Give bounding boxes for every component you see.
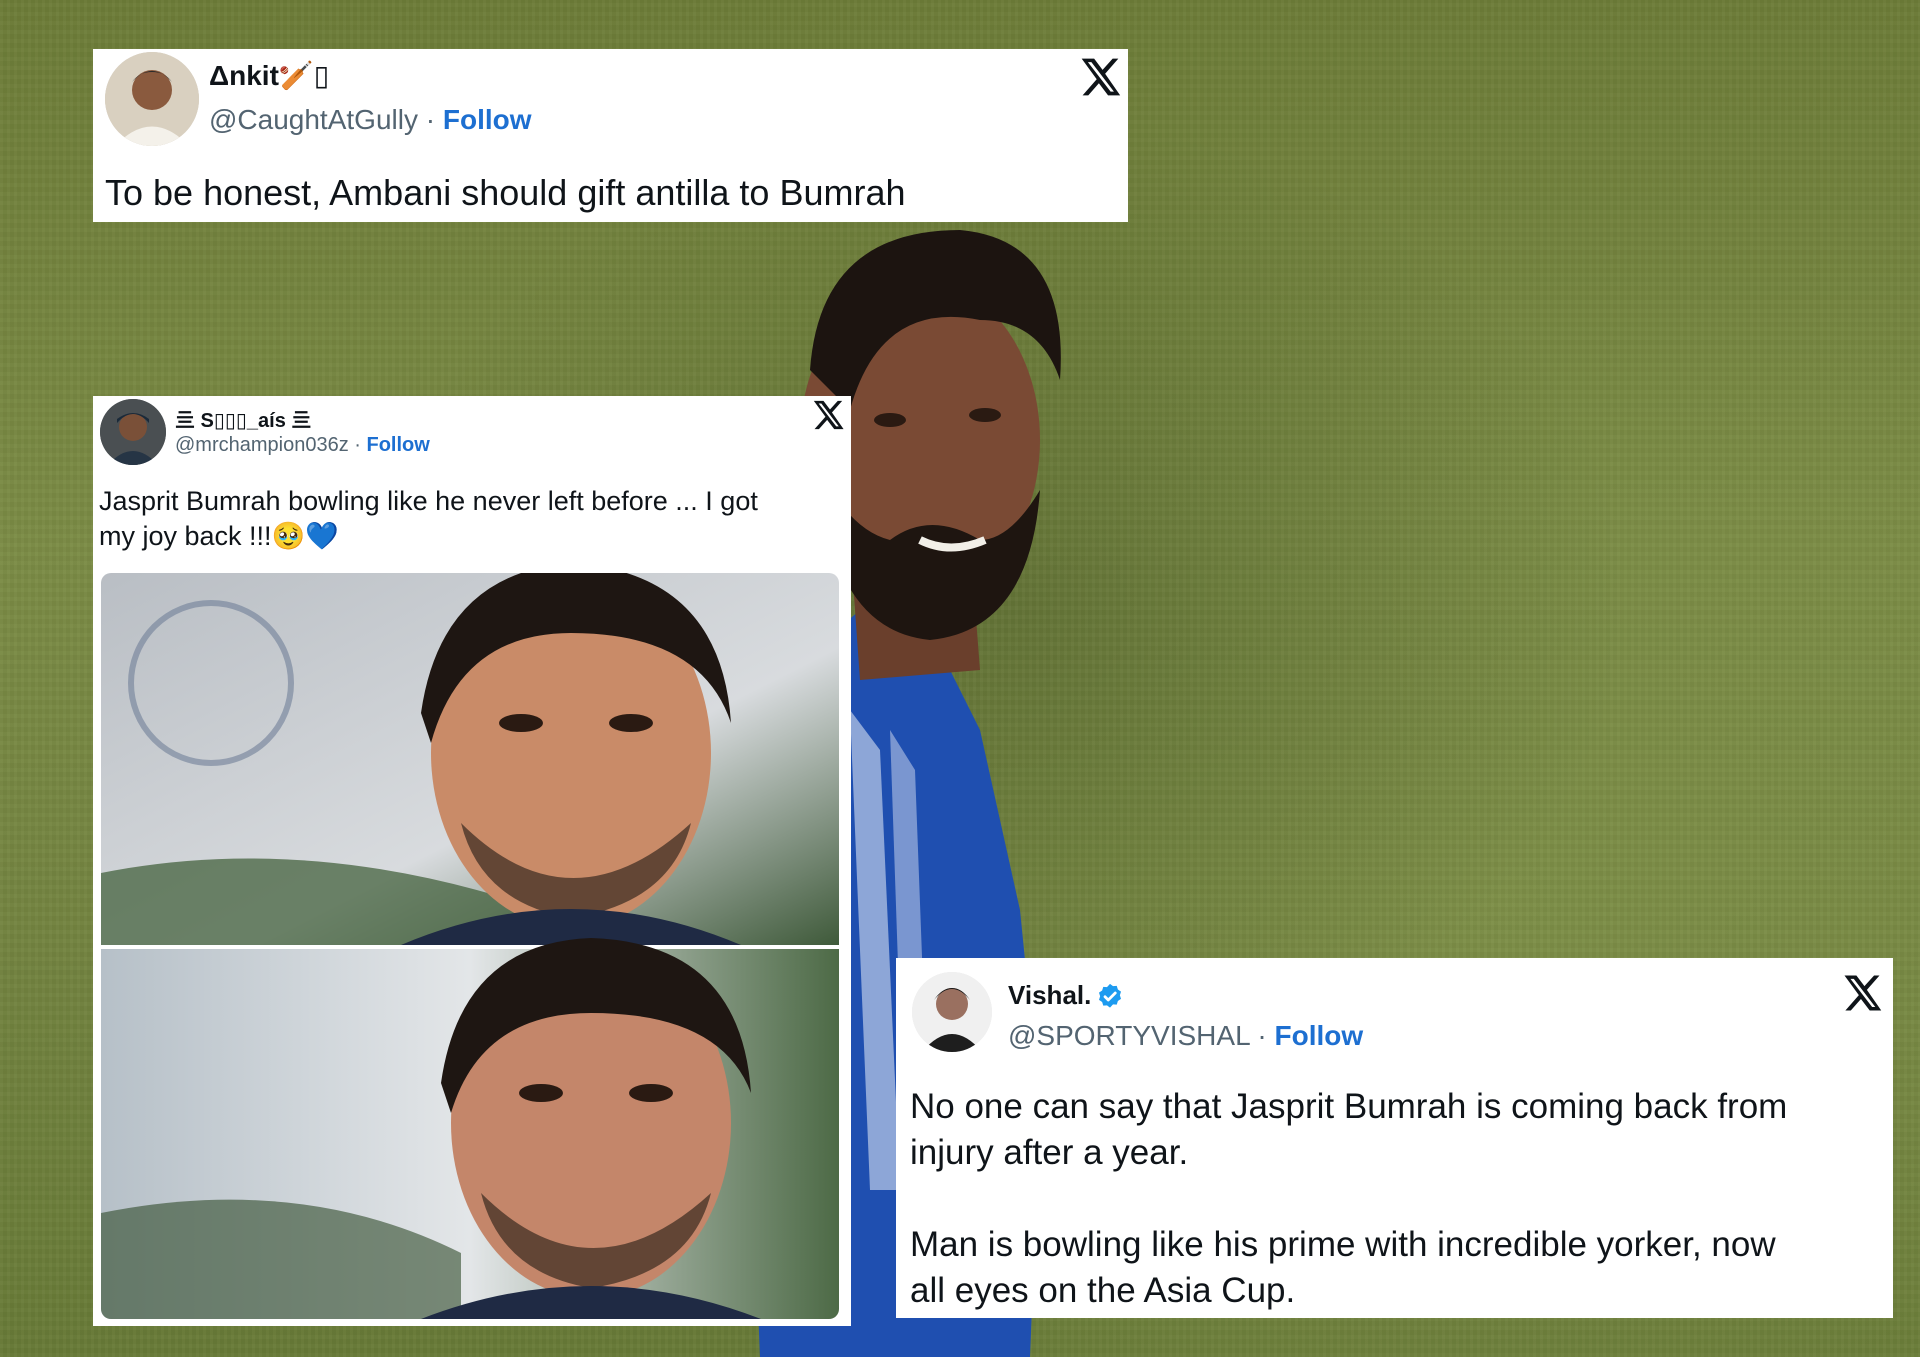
x-logo-icon[interactable] — [1078, 55, 1122, 99]
handle-line: @CaughtAtGully · Follow — [209, 104, 532, 136]
tweet-card: Vishal. @SPORTYVISHAL · Follow No one ca… — [896, 958, 1893, 1318]
handle-line: @SPORTYVISHAL · Follow — [1008, 1020, 1363, 1052]
tweet-card: 亖 S▯▯▯_aís 亖 @mrchampion036z · Follow Ja… — [93, 396, 851, 1326]
display-name-text: Vishal. — [1008, 980, 1092, 1010]
follow-button[interactable]: Follow — [1275, 1020, 1364, 1051]
tweet-text: Jasprit Bumrah bowling like he never lef… — [99, 486, 758, 551]
display-name[interactable]: Δnkit🏏▯ — [209, 59, 329, 92]
avatar[interactable] — [100, 399, 166, 465]
handle-line: @mrchampion036z · Follow — [175, 434, 430, 457]
handle[interactable]: @CaughtAtGully — [209, 104, 418, 135]
tweet-text: No one can say that Jasprit Bumrah is co… — [910, 1087, 1788, 1310]
handle[interactable]: @SPORTYVISHAL — [1008, 1020, 1250, 1051]
display-name[interactable]: 亖 S▯▯▯_aís 亖 — [175, 404, 311, 433]
handle[interactable]: @mrchampion036z — [175, 434, 349, 456]
verified-badge-icon — [1099, 984, 1122, 1008]
x-logo-icon[interactable] — [1841, 972, 1883, 1014]
avatar[interactable] — [105, 52, 199, 146]
x-logo-icon[interactable] — [811, 398, 845, 432]
separator: · — [417, 104, 443, 135]
separator: · — [1249, 1020, 1275, 1051]
follow-button[interactable]: Follow — [443, 104, 532, 135]
separator: · — [348, 434, 367, 456]
meme-image[interactable] — [101, 573, 839, 1319]
display-name[interactable]: Vishal. — [1008, 980, 1125, 1012]
tweet-text: To be honest, Ambani should gift antilla… — [105, 172, 906, 213]
avatar[interactable] — [912, 972, 992, 1052]
follow-button[interactable]: Follow — [367, 434, 430, 456]
tweet-card: Δnkit🏏▯ @CaughtAtGully · Follow To be ho… — [93, 49, 1128, 222]
